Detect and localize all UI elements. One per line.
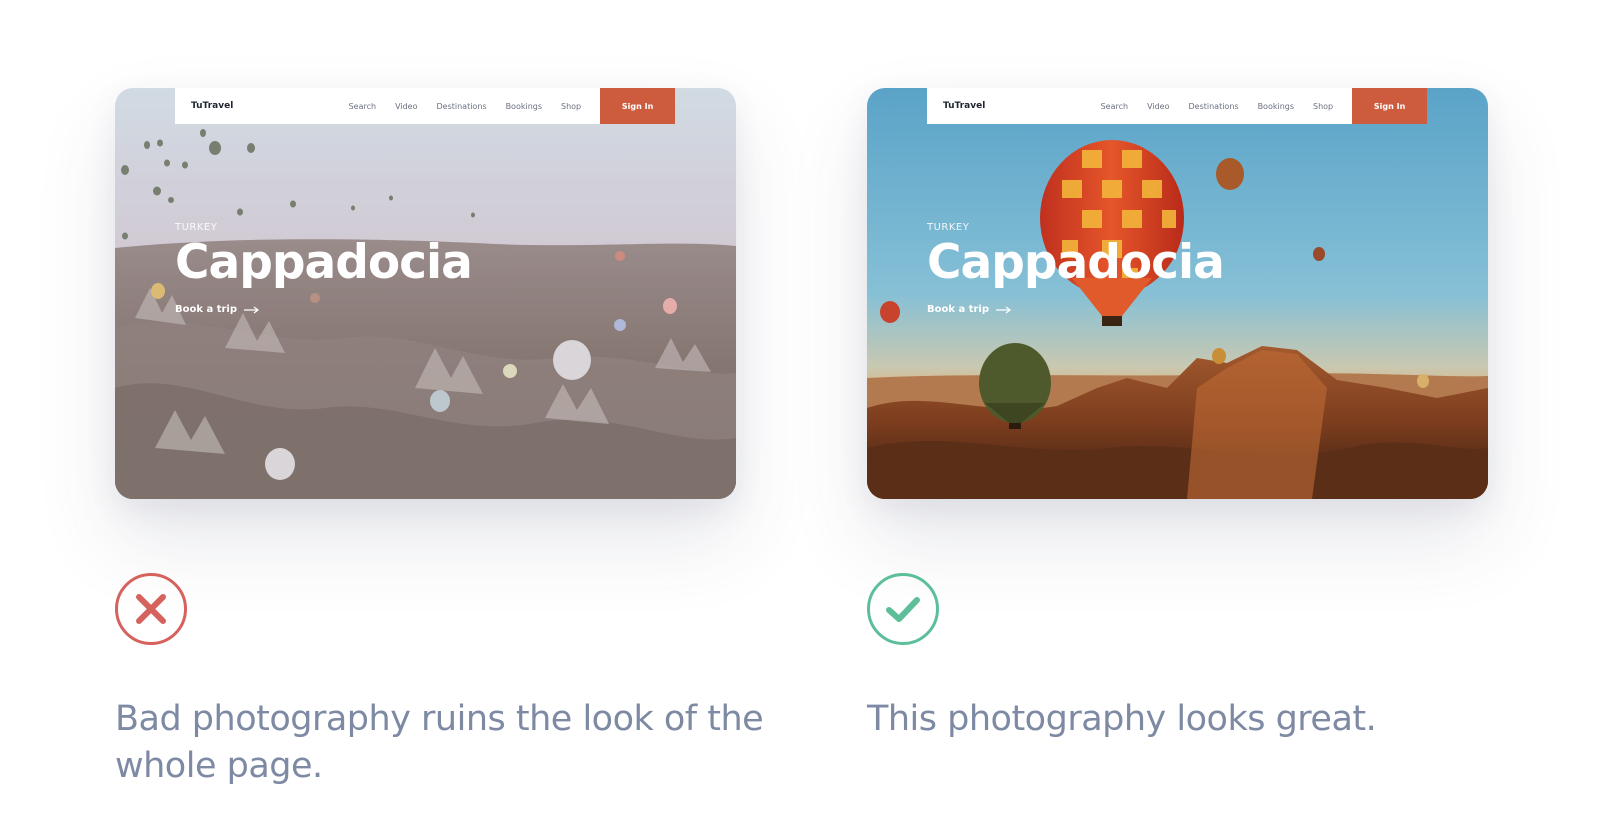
sign-in-button[interactable]: Sign In: [1352, 88, 1427, 124]
hero-eyebrow: TURKEY: [175, 222, 218, 233]
book-trip-label: Book a trip: [927, 304, 990, 315]
book-trip-link[interactable]: Book a trip: [175, 304, 260, 315]
bad-example-caption: Bad photography ruins the look of the wh…: [115, 699, 764, 786]
nav-link-video[interactable]: Video: [1147, 102, 1169, 111]
brand-logo[interactable]: TuTravel: [943, 101, 1101, 111]
nav-link-bookings[interactable]: Bookings: [506, 102, 542, 111]
nav-link-shop[interactable]: Shop: [1313, 102, 1333, 111]
good-example-screenshot: TuTravel Search Video Destinations Booki…: [867, 88, 1488, 499]
cross-icon: [115, 573, 187, 645]
book-trip-link[interactable]: Book a trip: [927, 304, 1012, 315]
arrow-right-icon: [996, 306, 1012, 313]
hero-text: TURKEY Cappadocia Book a trip: [927, 222, 1225, 316]
nav-link-search[interactable]: Search: [349, 102, 376, 111]
good-example-caption: This photography looks great.: [867, 699, 1377, 739]
nav-links: Search Video Destinations Bookings Shop: [349, 102, 582, 111]
nav-link-bookings[interactable]: Bookings: [1258, 102, 1294, 111]
arrow-right-icon: [244, 306, 260, 313]
hero-text: TURKEY Cappadocia Book a trip: [175, 222, 473, 316]
nav-link-destinations[interactable]: Destinations: [436, 102, 486, 111]
nav-link-destinations[interactable]: Destinations: [1188, 102, 1238, 111]
bad-example-screenshot: TuTravel Search Video Destinations Booki…: [115, 88, 736, 499]
nav-link-shop[interactable]: Shop: [561, 102, 581, 111]
hero-eyebrow: TURKEY: [927, 222, 970, 233]
check-icon: [867, 573, 939, 645]
nav-links: Search Video Destinations Bookings Shop: [1101, 102, 1334, 111]
hero-title: Cappadocia: [927, 235, 1225, 290]
nav-link-search[interactable]: Search: [1101, 102, 1128, 111]
site-navbar: TuTravel Search Video Destinations Booki…: [175, 88, 675, 124]
brand-logo[interactable]: TuTravel: [191, 101, 349, 111]
book-trip-label: Book a trip: [175, 304, 238, 315]
nav-link-video[interactable]: Video: [395, 102, 417, 111]
site-navbar: TuTravel Search Video Destinations Booki…: [927, 88, 1427, 124]
sign-in-button[interactable]: Sign In: [600, 88, 675, 124]
hero-title: Cappadocia: [175, 235, 473, 290]
